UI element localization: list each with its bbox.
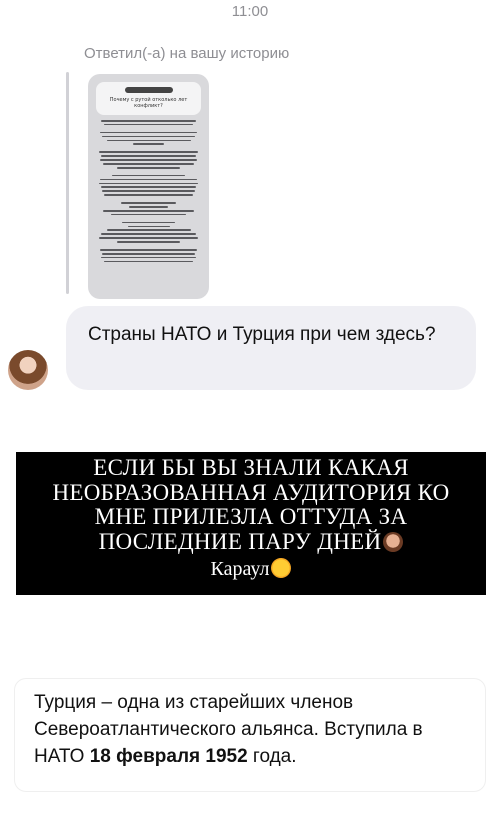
story-question-text: Почему с рутой отколько лет конфликт? [109, 97, 188, 109]
story-caption-banner: ЕСЛИ БЫ ВЫ ЗНАЛИ КАКАЯ НЕОБРАЗОВАННАЯ АУ… [16, 452, 486, 595]
story-question-header [124, 87, 173, 93]
banner-line-4: ПОСЛЕДНИЕ ПАРУ ДНЕЙ [98, 528, 382, 554]
message-bubble[interactable]: Страны НАТО и Турция при чем здесь? [66, 306, 476, 390]
reply-quote-bar [66, 72, 69, 294]
banner-line-5-row: Караул [16, 555, 486, 582]
story-reply-note: Ответил(-а) на вашу историю [84, 45, 290, 62]
chat-thread: 11:00 Ответил(-а) на вашу историю Почему… [0, 0, 500, 410]
story-thumbnail[interactable]: Почему с рутой отколько лет конфликт? [88, 74, 209, 299]
banner-line-5: Караул [210, 558, 270, 580]
message-timestamp: 11:00 [231, 3, 269, 20]
fact-card: Турция – одна из старейших членов Северо… [14, 678, 486, 792]
story-question-card: Почему с рутой отколько лет конфликт? [96, 82, 201, 115]
banner-line-2: НЕОБРАЗОВАННАЯ АУДИТОРИЯ КО [52, 479, 450, 505]
facepalm-emoji-icon [383, 531, 404, 552]
fact-date: 18 февраля 1952 [89, 746, 248, 767]
rolling-laugh-emoji-icon [268, 555, 295, 581]
sender-avatar[interactable] [8, 350, 48, 390]
story-answer-text [96, 120, 201, 265]
banner-line-3: МНЕ ПРИЛЕЗЛА ОТТУДА ЗА [94, 504, 408, 529]
fact-text-after: года. [247, 746, 297, 767]
banner-line-1: ЕСЛИ БЫ ВЫ ЗНАЛИ КАКАЯ [93, 455, 409, 480]
banner-line-4-row: ПОСЛЕДНИЕ ПАРУ ДНЕЙ [16, 528, 486, 555]
